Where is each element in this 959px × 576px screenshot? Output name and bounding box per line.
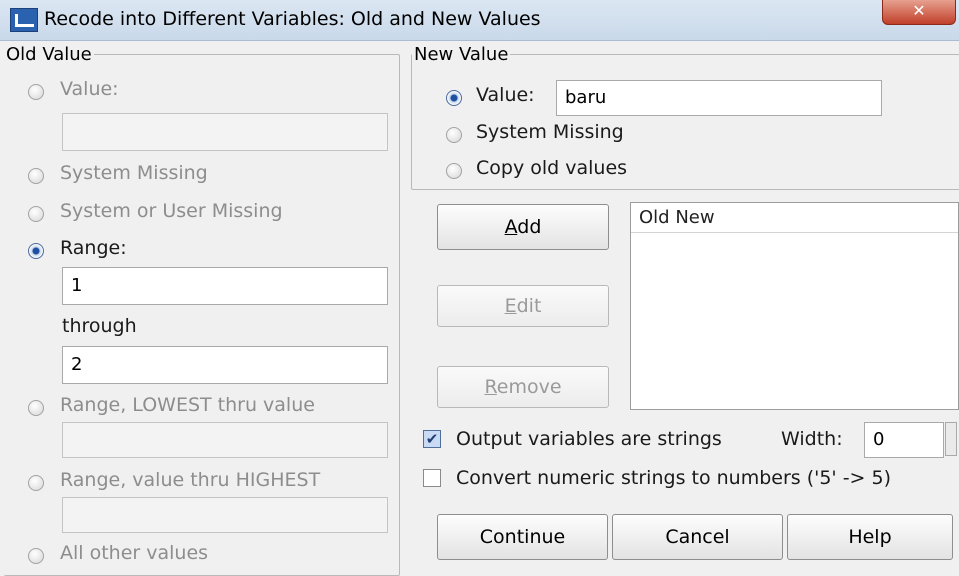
old-range-highest-radio[interactable]: [28, 475, 44, 491]
old-system-missing-radio[interactable]: [28, 168, 44, 184]
old-value-input[interactable]: [62, 113, 388, 151]
through-label: through: [62, 315, 137, 337]
range-to-input[interactable]: 2: [62, 346, 388, 384]
range-lowest-input[interactable]: [62, 422, 388, 458]
old-range-highest-label: Range, value thru HIGHEST: [60, 469, 321, 491]
width-spinner[interactable]: [945, 422, 957, 456]
old-system-user-missing-radio[interactable]: [28, 206, 44, 222]
old-all-other-radio[interactable]: [28, 548, 44, 564]
width-label: Width:: [781, 428, 843, 450]
add-button-label: dd: [517, 216, 542, 238]
add-button[interactable]: Add: [437, 204, 609, 250]
old-range-radio[interactable]: [28, 243, 44, 259]
old-value-legend: Old Value: [6, 44, 92, 65]
new-value-radio[interactable]: [446, 90, 462, 106]
app-icon: [10, 8, 38, 32]
convert-numeric-label: Convert numeric strings to numbers ('5' …: [456, 467, 892, 489]
add-button-mnemonic: A: [504, 216, 518, 238]
old-all-other-label: All other values: [60, 542, 209, 564]
range-highest-input[interactable]: [62, 497, 388, 533]
remove-button-label: emove: [496, 376, 562, 398]
copy-old-values-label: Copy old values: [476, 157, 628, 179]
old-range-lowest-label: Range, LOWEST thru value: [60, 394, 315, 416]
old-range-label: Range:: [60, 237, 127, 259]
new-value-input[interactable]: baru: [556, 80, 882, 116]
cancel-button[interactable]: Cancel: [612, 514, 783, 560]
old-system-user-missing-label: System or User Missing: [60, 200, 283, 222]
old-value-radio[interactable]: [28, 84, 44, 100]
old-system-missing-label: System Missing: [60, 162, 208, 184]
edit-button-mnemonic: E: [504, 295, 517, 317]
help-button[interactable]: Help: [787, 514, 953, 560]
list-header: Old New: [631, 203, 958, 233]
convert-numeric-checkbox[interactable]: [423, 469, 441, 487]
width-input[interactable]: 0: [864, 422, 944, 458]
edit-button[interactable]: Edit: [437, 285, 609, 327]
output-strings-label: Output variables are strings: [456, 428, 722, 450]
new-system-missing-label: System Missing: [476, 121, 624, 143]
copy-old-values-radio[interactable]: [446, 163, 462, 179]
old-value-label: Value:: [60, 78, 119, 100]
old-new-list[interactable]: Old New: [630, 202, 959, 410]
remove-button[interactable]: Remove: [437, 366, 609, 408]
range-from-input[interactable]: 1: [62, 267, 388, 305]
new-value-label: Value:: [476, 84, 535, 106]
old-range-lowest-radio[interactable]: [28, 400, 44, 416]
new-system-missing-radio[interactable]: [446, 127, 462, 143]
continue-button[interactable]: Continue: [437, 514, 608, 560]
edit-button-label: dit: [516, 295, 542, 317]
new-value-legend: New Value: [414, 44, 509, 65]
output-strings-checkbox[interactable]: [423, 430, 441, 448]
close-button[interactable]: ✕: [882, 0, 956, 25]
remove-button-mnemonic: R: [484, 376, 497, 398]
window-title: Recode into Different Variables: Old and…: [44, 8, 541, 30]
